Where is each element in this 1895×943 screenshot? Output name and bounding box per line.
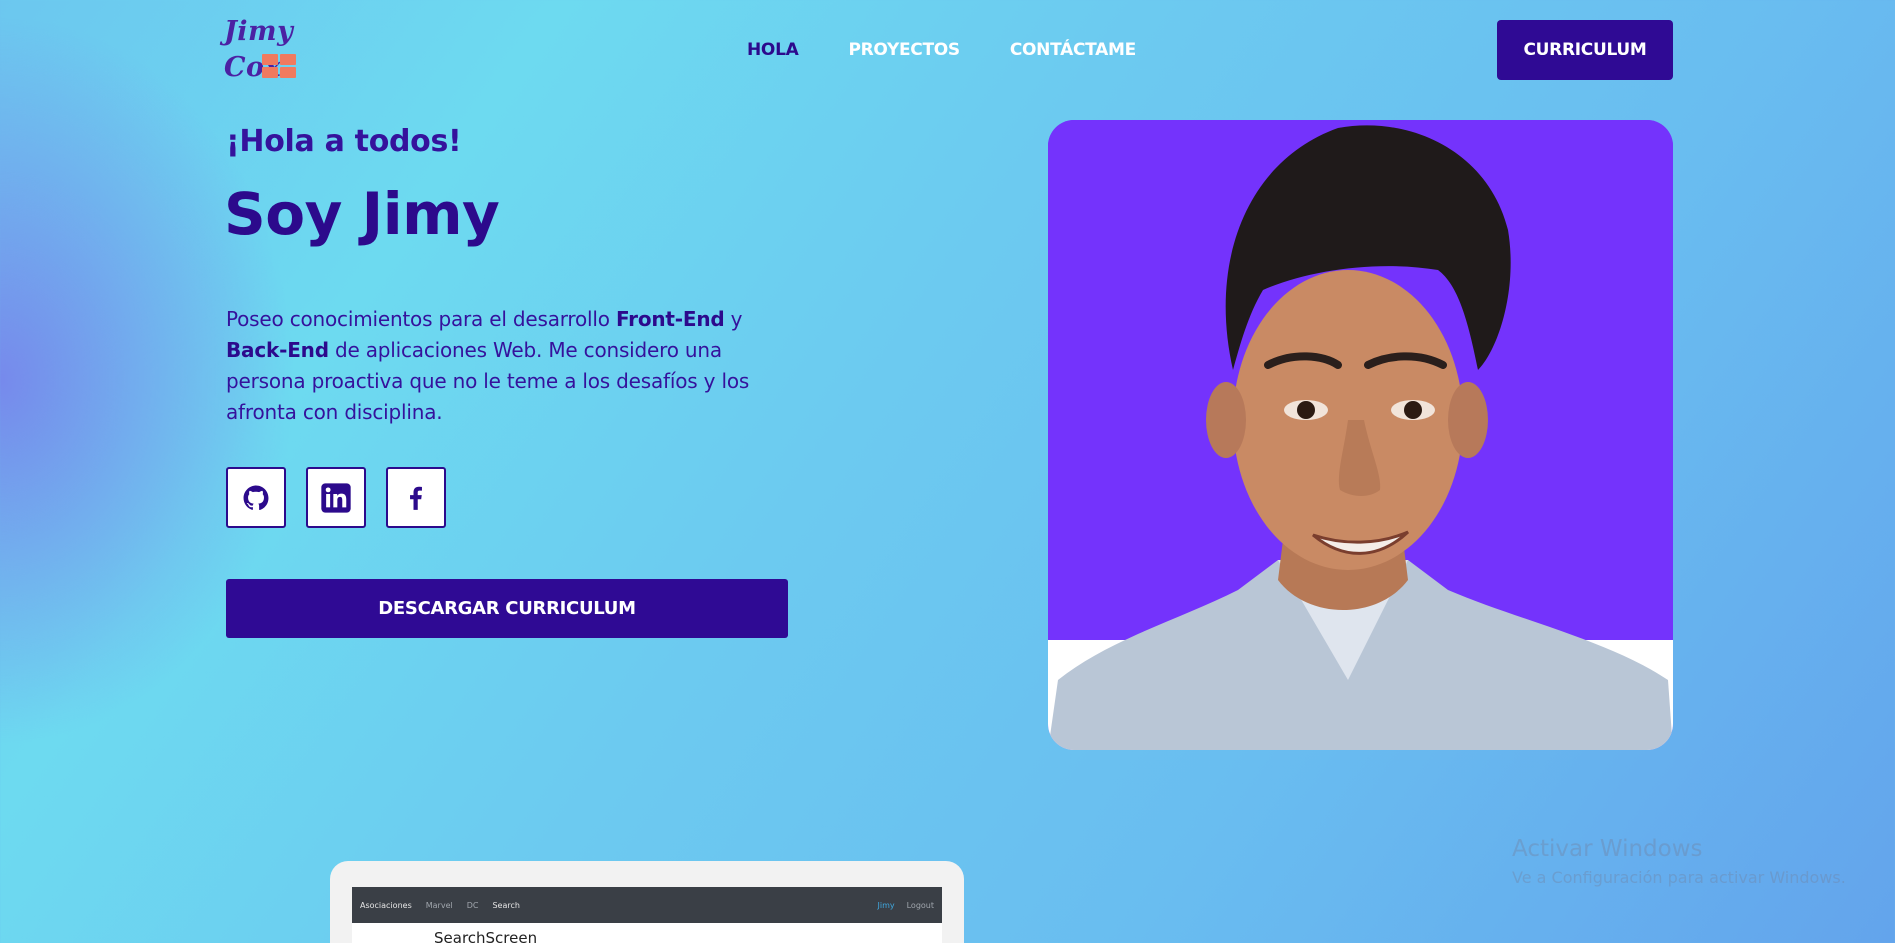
nav-link-contactame[interactable]: CONTÁCTAME (1010, 40, 1136, 60)
bio-text-2: y (724, 307, 743, 331)
preview-link-search: Search (492, 900, 520, 910)
download-curriculum-button[interactable]: DESCARGAR CURRICULUM (226, 579, 788, 638)
windows-activation-watermark: Activar Windows Ve a Configuración para … (1512, 836, 1846, 887)
linkedin-button[interactable] (306, 467, 366, 528)
preview-user: Jimy (877, 900, 895, 910)
profile-photo (1048, 120, 1673, 750)
bio-bold-frontend: Front-End (615, 307, 725, 331)
linkedin-icon (321, 482, 351, 513)
preview-logout: Logout (906, 900, 934, 910)
watermark-subtitle: Ve a Configuración para activar Windows. (1512, 868, 1846, 887)
github-button[interactable] (226, 467, 286, 528)
preview-navbar: Asociaciones Marvel DC Search Jimy Logou… (352, 887, 942, 923)
preview-body: SearchScreen (352, 923, 942, 943)
preview-link-marvel: Marvel (425, 900, 453, 910)
project-preview-card[interactable]: Asociaciones Marvel DC Search Jimy Logou… (330, 861, 964, 943)
facebook-button[interactable] (386, 467, 446, 528)
social-links (226, 467, 446, 528)
facebook-icon (410, 486, 422, 510)
site-logo[interactable]: Jimy Cox (224, 14, 334, 83)
curriculum-button[interactable]: CURRICULUM (1497, 20, 1673, 80)
watermark-title: Activar Windows (1512, 836, 1703, 862)
nav-link-hola[interactable]: HOLA (747, 40, 799, 60)
logo-grid-icon (262, 54, 296, 78)
preview-link-dc: DC (466, 900, 479, 910)
nav-link-proyectos[interactable]: PROYECTOS (848, 40, 960, 60)
greeting-text: ¡Hola a todos! (226, 124, 462, 159)
bio-paragraph: Poseo conocimientos para el desarrollo F… (226, 304, 786, 428)
main-nav: HOLA PROYECTOS CONTÁCTAME (747, 40, 1136, 60)
github-icon (243, 485, 269, 510)
preview-screen-title: SearchScreen (434, 929, 538, 943)
preview-brand: Asociaciones (360, 900, 412, 910)
bio-bold-backend: Back-End (226, 338, 329, 362)
profile-portrait-image (1048, 120, 1673, 750)
preview-user-area: Jimy Logout (878, 901, 943, 910)
page-title: Soy Jimy (224, 180, 500, 248)
bio-text-1: Poseo conocimientos para el desarrollo (226, 307, 616, 331)
